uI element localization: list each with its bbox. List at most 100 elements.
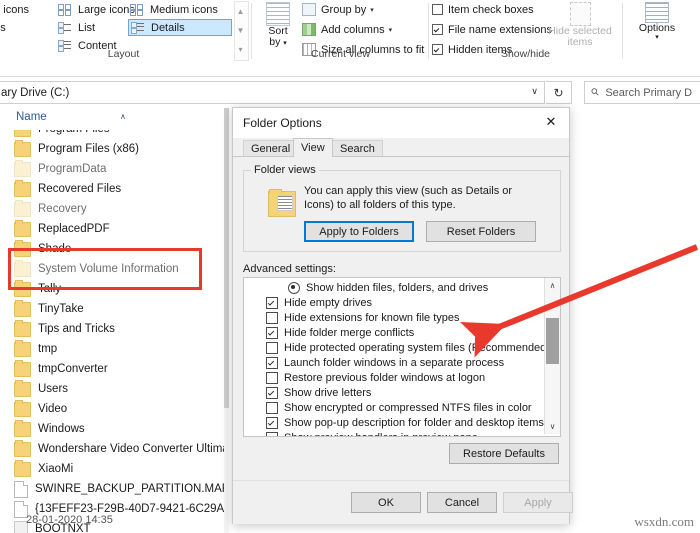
close-icon[interactable]: ✕ bbox=[533, 108, 569, 136]
setting-checkbox[interactable] bbox=[266, 311, 278, 324]
file-name: Windows bbox=[38, 423, 85, 435]
file-name: Users bbox=[38, 383, 69, 395]
file-list-row[interactable]: Windows bbox=[0, 419, 228, 439]
gallery-scroll-down-icon[interactable]: ▼ bbox=[235, 21, 246, 40]
file-list-scrollbar[interactable] bbox=[224, 108, 229, 533]
file-list-row[interactable]: Users bbox=[0, 379, 228, 399]
file-list-row[interactable]: System Volume Information bbox=[0, 259, 228, 279]
medium-icons-icon bbox=[130, 3, 144, 16]
advanced-setting-label: Restore previous folder windows at logon bbox=[284, 371, 486, 384]
file-list-header[interactable]: Name ∧ bbox=[0, 108, 230, 128]
file-list-row[interactable]: Shade bbox=[0, 239, 228, 259]
setting-checkbox[interactable] bbox=[266, 356, 278, 369]
file-list-row[interactable]: Program Files (x86) bbox=[0, 139, 228, 159]
folder-icon bbox=[14, 359, 31, 377]
file-name: System Volume Information bbox=[38, 263, 179, 275]
scroll-up-icon[interactable]: ∧ bbox=[545, 278, 560, 293]
advanced-setting-label: Hide folder merge conflicts bbox=[284, 326, 415, 339]
radio-button[interactable] bbox=[288, 281, 300, 294]
setting-checkbox[interactable] bbox=[266, 416, 278, 429]
folder-icon bbox=[14, 179, 31, 197]
setting-checkbox[interactable] bbox=[266, 401, 278, 414]
group-by-button[interactable]: Group by ▾ bbox=[302, 0, 374, 19]
file-list-row[interactable]: Tips and Tricks bbox=[0, 319, 228, 339]
gallery-item-medium-icons[interactable]: Medium icons bbox=[128, 1, 234, 18]
item-check-boxes-option[interactable]: Item check boxes bbox=[432, 0, 534, 19]
advanced-setting-row[interactable]: Show encrypted or compressed NTFS files … bbox=[244, 400, 544, 415]
tab-view[interactable]: View bbox=[293, 138, 333, 157]
options-button[interactable]: Options ▾ bbox=[634, 2, 680, 42]
file-list-row[interactable]: SWINRE_BACKUP_PARTITION.MARKER bbox=[0, 479, 228, 499]
setting-checkbox[interactable] bbox=[266, 296, 278, 309]
file-list-row[interactable]: Tally bbox=[0, 279, 228, 299]
advanced-setting-row[interactable]: Show hidden files, folders, and drives bbox=[244, 280, 544, 295]
file-list-row[interactable]: ReplacedPDF bbox=[0, 219, 228, 239]
file-name: Tips and Tricks bbox=[38, 323, 115, 335]
file-list-row[interactable]: tmpConverter bbox=[0, 359, 228, 379]
advanced-setting-row[interactable]: Show preview handlers in preview pane bbox=[244, 430, 544, 436]
file-list-row[interactable]: tmp bbox=[0, 339, 228, 359]
file-list[interactable]: Program Files Program Files (x86) ProgramD… bbox=[0, 130, 228, 533]
advanced-settings-scrollbar[interactable]: ∧ ∨ bbox=[544, 278, 560, 434]
cancel-button[interactable]: Cancel bbox=[427, 492, 497, 513]
advanced-setting-row[interactable]: Show drive letters bbox=[244, 385, 544, 400]
gallery-item-details[interactable]: Details bbox=[128, 19, 232, 36]
setting-checkbox[interactable] bbox=[266, 386, 278, 399]
setting-checkbox[interactable] bbox=[266, 371, 278, 384]
file-list-row[interactable]: Recovery bbox=[0, 199, 228, 219]
advanced-settings-list[interactable]: Show hidden files, folders, and drives Hi… bbox=[243, 277, 561, 437]
folder-icon bbox=[14, 459, 31, 477]
gallery-item-huge-icons[interactable]: ons bbox=[0, 19, 54, 36]
setting-checkbox[interactable] bbox=[266, 341, 278, 354]
file-name-extensions-option[interactable]: File name extensions bbox=[432, 20, 552, 39]
gallery-scroll-up-icon[interactable]: ▲ bbox=[235, 2, 246, 21]
file-list-row[interactable]: Recovered Files bbox=[0, 179, 228, 199]
ribbon-group-label-layout: Layout bbox=[107, 48, 140, 60]
add-columns-button[interactable]: Add columns ▾ bbox=[302, 20, 392, 39]
file-list-row[interactable]: TinyTake bbox=[0, 299, 228, 319]
apply-button[interactable]: Apply bbox=[503, 492, 573, 513]
setting-checkbox[interactable] bbox=[266, 431, 278, 436]
tab-general[interactable]: General bbox=[243, 140, 299, 157]
file-list-row[interactable]: Video bbox=[0, 399, 228, 419]
sort-by-button[interactable]: Sort by ▾ bbox=[260, 2, 296, 49]
options-caret-icon[interactable]: ▾ bbox=[655, 34, 659, 42]
chevron-down-icon[interactable]: ∨ bbox=[531, 86, 538, 97]
tab-search[interactable]: Search bbox=[332, 140, 383, 157]
advanced-setting-row[interactable]: Hide extensions for known file types bbox=[244, 310, 544, 325]
file-list-row[interactable]: XiaoMi bbox=[0, 459, 228, 479]
scroll-down-icon[interactable]: ∨ bbox=[545, 419, 560, 434]
column-header-name[interactable]: Name bbox=[16, 111, 47, 123]
address-input[interactable]: ary Drive (C:) ∨ bbox=[0, 81, 545, 104]
advanced-setting-row[interactable]: Hide empty drives bbox=[244, 295, 544, 310]
restore-defaults-button[interactable]: Restore Defaults bbox=[449, 443, 559, 464]
file-list-scroll-thumb[interactable] bbox=[224, 108, 229, 408]
ribbon-group-current-view: Sort by ▾ Group by ▾ Add columns ▾ Size … bbox=[256, 0, 425, 62]
file-list-row[interactable]: ProgramData bbox=[0, 159, 228, 179]
add-columns-icon bbox=[302, 23, 316, 36]
search-input[interactable]: ⚲ Search Primary D bbox=[584, 81, 700, 104]
gallery-item-extra-large-icons[interactable]: ge icons bbox=[0, 1, 54, 18]
dialog-button-bar: OK Cancel Apply bbox=[233, 480, 573, 524]
reset-folders-button[interactable]: Reset Folders bbox=[426, 221, 536, 242]
file-name-extensions-checkbox[interactable] bbox=[432, 24, 443, 35]
setting-checkbox[interactable] bbox=[266, 326, 278, 339]
advanced-setting-row[interactable]: Restore previous folder windows at logon bbox=[244, 370, 544, 385]
apply-to-folders-button[interactable]: Apply to Folders bbox=[304, 221, 414, 242]
file-list-row[interactable]: Wondershare Video Converter Ultimate bbox=[0, 439, 228, 459]
dialog-tabstrip: General View Search bbox=[233, 138, 569, 157]
item-check-boxes-checkbox[interactable] bbox=[432, 4, 443, 15]
folder-icon bbox=[14, 159, 31, 177]
advanced-setting-row[interactable]: Show pop-up description for folder and d… bbox=[244, 415, 544, 430]
advanced-setting-row[interactable]: Hide folder merge conflicts bbox=[244, 325, 544, 340]
hide-selected-items-button[interactable]: Hide selected items bbox=[548, 2, 612, 48]
sort-by-icon bbox=[266, 2, 290, 26]
folder-icon bbox=[14, 439, 31, 457]
file-list-row[interactable]: Program Files bbox=[0, 130, 228, 139]
advanced-setting-row[interactable]: Launch folder windows in a separate proc… bbox=[244, 355, 544, 370]
refresh-button[interactable]: ↻ bbox=[546, 81, 572, 104]
advanced-setting-row[interactable]: Hide protected operating system files (R… bbox=[244, 340, 550, 355]
advanced-scroll-thumb[interactable] bbox=[546, 318, 559, 364]
ok-button[interactable]: OK bbox=[351, 492, 421, 513]
sort-ascending-icon: ∧ bbox=[120, 112, 126, 121]
